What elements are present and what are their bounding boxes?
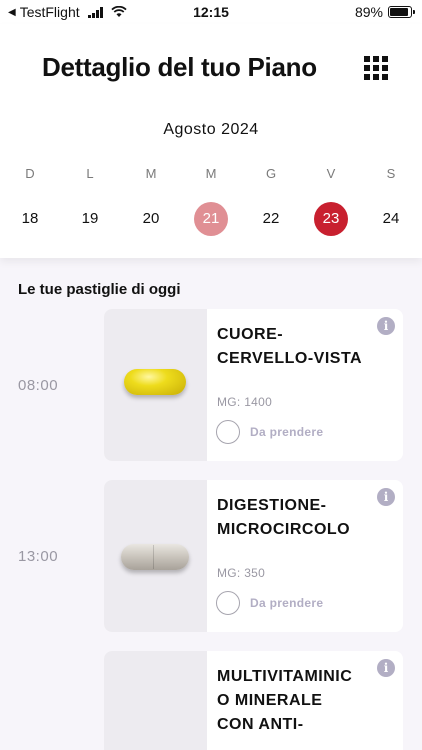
calendar-day[interactable]: 22 — [254, 202, 288, 236]
checkbox-circle-icon[interactable] — [216, 591, 240, 615]
battery-icon — [388, 6, 415, 18]
take-status-label: Da prendere — [250, 425, 324, 439]
calendar-day[interactable]: 20 — [134, 202, 168, 236]
calendar-day[interactable]: 18 — [13, 202, 47, 236]
calendar-day-today[interactable]: 21 — [194, 202, 228, 236]
take-status-label: Da prendere — [250, 596, 324, 610]
weekday-label: G — [265, 166, 277, 181]
pill-name: MULTIVITAMINIC O MINERALE CON ANTI- — [217, 665, 367, 737]
pill-image — [104, 480, 207, 632]
pill-name-line: MULTIVITAMINIC — [217, 668, 353, 685]
section-title: Le tue pastiglie di oggi — [18, 281, 181, 298]
calendar-day[interactable]: 24 — [374, 202, 408, 236]
checkbox-circle-icon[interactable] — [216, 420, 240, 444]
weekday-label: V — [326, 166, 336, 181]
pill-card[interactable]: MULTIVITAMINIC O MINERALE CON ANTI- i — [104, 651, 403, 750]
info-icon[interactable]: i — [377, 317, 395, 335]
weekday-label: M — [205, 166, 217, 181]
take-toggle[interactable]: Da prendere — [216, 591, 323, 615]
pill-name-line: CON ANTI- — [217, 716, 304, 733]
weekday-label: S — [386, 166, 396, 181]
calendar-day-selected[interactable]: 23 — [314, 202, 348, 236]
pill-image — [104, 651, 207, 750]
calendar-day[interactable]: 19 — [73, 202, 107, 236]
dose-time: 13:00 — [18, 548, 59, 565]
pill-image — [104, 309, 207, 461]
pill-name-line: O MINERALE — [217, 692, 323, 709]
pill-card[interactable]: DIGESTIONE- MICROCIRCOLO i MG: 350 Da pr… — [104, 480, 403, 632]
status-bar: ◀ TestFlight 12:15 89% — [0, 0, 422, 24]
weekday-label: D — [25, 166, 35, 181]
weekday-label: M — [145, 166, 157, 181]
battery-fill — [390, 8, 408, 16]
pill-dosage: MG: 350 — [217, 566, 266, 580]
yellow-softgel-pill-icon — [124, 369, 186, 395]
weekday-label: L — [86, 166, 94, 181]
page-title: Dettaglio del tuo Piano — [42, 52, 317, 82]
pill-card[interactable]: CUORE- CERVELLO-VISTA i MG: 1400 Da pren… — [104, 309, 403, 461]
battery-percent: 89% — [354, 4, 383, 20]
take-toggle[interactable]: Da prendere — [216, 420, 323, 444]
header-panel: Dettaglio del tuo Piano Agosto 2024 D L … — [0, 24, 422, 258]
info-icon[interactable]: i — [377, 659, 395, 677]
pill-name: DIGESTIONE- MICROCIRCOLO — [217, 494, 367, 542]
pill-name-line: CERVELLO-VISTA — [217, 350, 363, 367]
dose-time: 08:00 — [18, 377, 59, 394]
white-capsule-pill-icon — [121, 544, 189, 570]
pill-name-line: MICROCIRCOLO — [217, 521, 351, 538]
pill-name-line: DIGESTIONE- — [217, 497, 327, 514]
month-label[interactable]: Agosto 2024 — [0, 121, 422, 139]
info-icon[interactable]: i — [377, 488, 395, 506]
pill-name-line: CUORE- — [217, 326, 284, 343]
pill-dosage: MG: 1400 — [217, 395, 273, 409]
status-right: 89% — [354, 4, 415, 20]
pill-name: CUORE- CERVELLO-VISTA — [217, 323, 367, 371]
grid-menu-button[interactable] — [364, 56, 388, 80]
